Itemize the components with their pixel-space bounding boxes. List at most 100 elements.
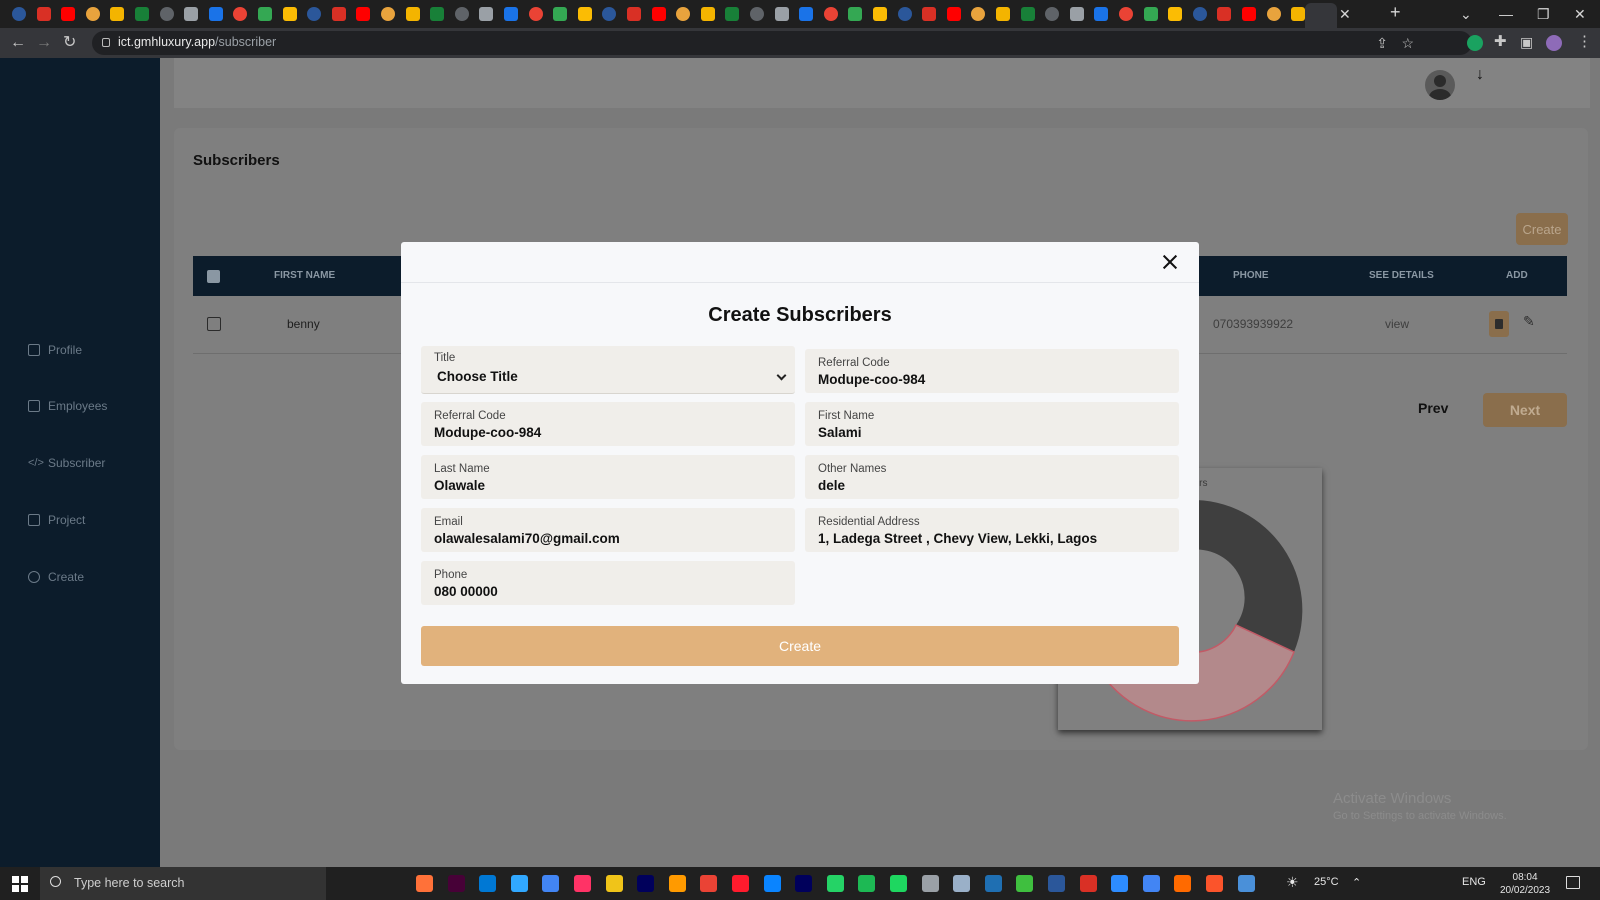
taskbar-app-icon[interactable] xyxy=(1142,875,1160,892)
next-page-button[interactable]: Next xyxy=(1483,393,1567,427)
tab-favicon-icon[interactable] xyxy=(1192,7,1207,21)
extensions-puzzle-icon[interactable]: ✚ xyxy=(1494,32,1507,52)
tab-favicon-icon[interactable] xyxy=(1291,7,1306,21)
last-name-field[interactable]: Last Name Olawale xyxy=(421,455,795,499)
tab-favicon-icon[interactable] xyxy=(405,7,420,21)
tab-favicon-icon[interactable] xyxy=(233,7,248,21)
tab-favicon-icon[interactable] xyxy=(1069,7,1084,21)
back-icon[interactable]: ← xyxy=(10,33,26,53)
taskbar-app-icon[interactable] xyxy=(858,875,876,892)
taskbar-app-icon[interactable] xyxy=(1206,875,1223,892)
share-icon[interactable]: ⇪ xyxy=(1376,35,1388,52)
tab-favicon-icon[interactable] xyxy=(676,7,691,21)
tab-favicon-icon[interactable] xyxy=(184,7,199,21)
referral-code-field[interactable]: Referral Code Modupe-coo-984 xyxy=(421,402,795,446)
taskbar-app-icon[interactable] xyxy=(1174,875,1192,892)
clock[interactable]: 08:04 20/02/2023 xyxy=(1500,871,1550,897)
reload-icon[interactable]: ↻ xyxy=(63,33,76,53)
close-icon[interactable] xyxy=(1157,249,1183,275)
tab-favicon-icon[interactable] xyxy=(159,7,174,21)
new-tab-icon[interactable]: + xyxy=(1390,2,1401,22)
tab-favicon-icon[interactable] xyxy=(725,7,740,21)
tab-favicon-icon[interactable] xyxy=(258,7,272,21)
title-select[interactable]: Title Choose Title xyxy=(421,346,795,394)
first-name-field[interactable]: First Name Salami xyxy=(805,402,1179,446)
taskbar-app-icon[interactable] xyxy=(479,875,497,892)
taskbar-app-icon[interactable] xyxy=(1048,875,1065,892)
taskbar-app-icon[interactable] xyxy=(1237,875,1255,892)
tab-favicon-icon[interactable] xyxy=(331,7,346,21)
taskbar-app-icon[interactable] xyxy=(542,875,560,892)
weather-text[interactable]: 25°C xyxy=(1314,876,1339,888)
notifications-icon[interactable] xyxy=(1566,876,1580,889)
sidebar-item-create[interactable]: Create xyxy=(28,567,84,587)
taskbar-app-icon[interactable] xyxy=(416,875,433,892)
sidebar-item-profile[interactable]: Profile xyxy=(28,340,82,360)
other-names-field[interactable]: Other Names dele xyxy=(805,455,1179,499)
taskbar-search-input[interactable]: Type here to search xyxy=(40,867,326,900)
forward-icon[interactable]: → xyxy=(36,33,52,53)
tab-favicon-icon[interactable] xyxy=(1143,7,1158,21)
tab-favicon-icon[interactable] xyxy=(1020,7,1035,21)
taskbar-app-icon[interactable] xyxy=(763,875,781,892)
tab-favicon-icon[interactable] xyxy=(454,7,469,21)
taskbar-app-icon[interactable] xyxy=(668,875,686,892)
taskbar-app-icon[interactable] xyxy=(700,875,718,892)
active-tab[interactable] xyxy=(1305,3,1337,28)
tab-favicon-icon[interactable] xyxy=(356,7,371,21)
taskbar-app-icon[interactable] xyxy=(890,875,907,892)
tab-close-icon[interactable]: ✕ xyxy=(1339,4,1351,24)
taskbar-app-icon[interactable] xyxy=(732,875,749,892)
taskbar-app-icon[interactable] xyxy=(447,875,465,892)
taskbar-app-icon[interactable] xyxy=(510,875,528,892)
taskbar-app-icon[interactable] xyxy=(826,875,844,892)
taskbar-app-icon[interactable] xyxy=(953,875,971,892)
tab-favicon-icon[interactable] xyxy=(85,7,100,21)
tab-favicon-icon[interactable] xyxy=(750,7,764,21)
tab-favicon-icon[interactable] xyxy=(1119,7,1133,21)
view-details-link[interactable]: view xyxy=(1385,317,1409,331)
tab-favicon-icon[interactable] xyxy=(381,7,395,21)
tab-search-icon[interactable]: ⌄ xyxy=(1460,4,1472,24)
taskbar-app-icon[interactable] xyxy=(637,875,655,892)
windows-start-icon[interactable] xyxy=(12,876,28,892)
tab-favicon-icon[interactable] xyxy=(1242,7,1256,21)
menu-dots-icon[interactable]: ⋮ xyxy=(1577,32,1592,52)
side-panel-icon[interactable]: ▣ xyxy=(1520,32,1533,52)
language-indicator[interactable]: ENG xyxy=(1462,876,1486,888)
taskbar-app-icon[interactable] xyxy=(574,875,591,892)
tab-favicon-icon[interactable] xyxy=(553,7,568,21)
window-close-icon[interactable]: ✕ xyxy=(1574,4,1586,24)
tab-favicon-icon[interactable] xyxy=(873,7,887,21)
tab-favicon-icon[interactable] xyxy=(700,7,715,21)
tab-favicon-icon[interactable] xyxy=(823,7,838,21)
tab-favicon-icon[interactable] xyxy=(922,7,937,21)
address-bar[interactable]: ict.gmhluxury.app/subscriber ⇪ ☆ xyxy=(92,31,1472,55)
user-avatar[interactable] xyxy=(1425,70,1455,100)
tab-favicon-icon[interactable] xyxy=(36,7,51,21)
tab-favicon-icon[interactable] xyxy=(897,7,912,21)
tab-favicon-icon[interactable] xyxy=(848,7,863,21)
tab-favicon-icon[interactable] xyxy=(528,7,543,21)
residential-address-field[interactable]: Residential Address 1, Ladega Street , C… xyxy=(805,508,1179,552)
tab-favicon-icon[interactable] xyxy=(307,7,322,21)
taskbar-app-icon[interactable] xyxy=(984,875,1002,892)
tab-favicon-icon[interactable] xyxy=(1045,7,1060,21)
tab-favicon-icon[interactable] xyxy=(971,7,986,21)
row-checkbox[interactable] xyxy=(207,317,221,331)
profile-avatar-icon[interactable] xyxy=(1546,35,1562,51)
tab-favicon-icon[interactable] xyxy=(208,7,223,21)
tab-favicon-icon[interactable] xyxy=(135,7,149,21)
tab-favicon-icon[interactable] xyxy=(430,7,445,21)
tab-favicon-icon[interactable] xyxy=(282,7,297,21)
tab-favicon-icon[interactable] xyxy=(602,7,617,21)
minimize-icon[interactable]: — xyxy=(1499,4,1513,24)
tab-favicon-icon[interactable] xyxy=(12,7,26,21)
tray-chevron-icon[interactable]: ⌃ xyxy=(1352,876,1361,889)
bookmark-star-icon[interactable]: ☆ xyxy=(1401,35,1414,52)
prev-page-button[interactable]: Prev xyxy=(1418,400,1448,416)
taskbar-app-icon[interactable] xyxy=(1016,875,1034,892)
phone-field[interactable]: Phone 080 00000 xyxy=(421,561,795,605)
referral-code-field[interactable]: Referral Code Modupe-coo-984 xyxy=(805,349,1179,393)
email-field[interactable]: Email olawalesalami70@gmail.com xyxy=(421,508,795,552)
